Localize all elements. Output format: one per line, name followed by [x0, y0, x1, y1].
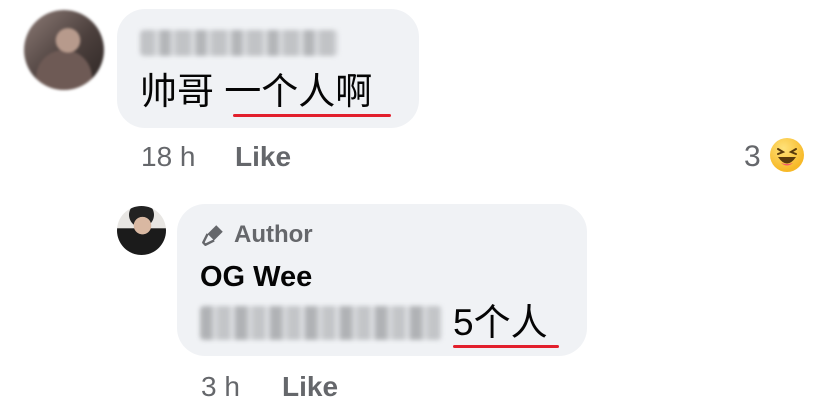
author-avatar[interactable]: [117, 206, 166, 255]
comment-text: 帅哥 一个人啊: [140, 68, 372, 116]
author-badge: Author: [200, 220, 313, 250]
author-badge-label: Author: [234, 221, 313, 248]
comment-like-button[interactable]: Like: [235, 139, 291, 175]
commenter-avatar[interactable]: [24, 10, 104, 90]
reaction-count[interactable]: 3: [744, 139, 761, 175]
reply-author-name[interactable]: OG Wee: [200, 259, 312, 295]
blurred-commenter-name[interactable]: [140, 30, 338, 56]
red-underline-mark: [453, 345, 559, 348]
microphone-icon: [202, 225, 223, 246]
blurred-mentioned-name[interactable]: [200, 306, 442, 340]
comment-timestamp[interactable]: 18 h: [141, 139, 196, 175]
reply-like-button[interactable]: Like: [282, 369, 338, 405]
comment-text-plain: 帅哥: [140, 71, 225, 112]
reply-timestamp[interactable]: 3 h: [201, 369, 240, 405]
haha-emoji-icon[interactable]: [770, 138, 804, 172]
comment-text-underlined: 一个人啊: [224, 71, 373, 112]
red-underline-mark: [233, 114, 391, 117]
reply-text: 5个人: [453, 302, 548, 343]
